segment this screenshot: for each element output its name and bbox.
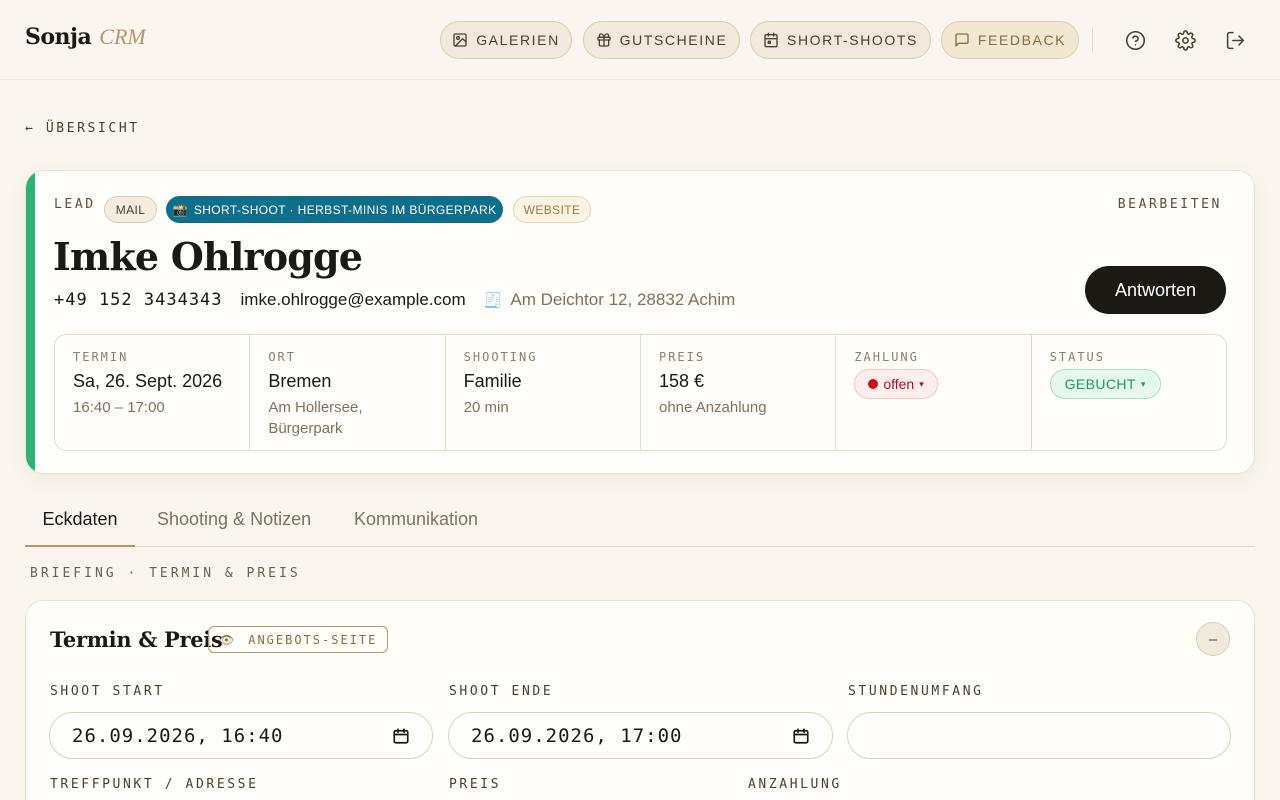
fact-shooting-type: Familie — [463, 371, 522, 391]
chip-source-website: WEBSITE — [513, 196, 591, 223]
offer-page-label: ANGEBOTS-SEITE — [248, 632, 378, 647]
image-icon — [453, 33, 467, 47]
fact-preis-amount: 158 € — [658, 371, 705, 391]
offer-page-badge[interactable]: 👁 ANGEBOTS-SEITE — [208, 626, 389, 653]
payment-dot-icon — [868, 379, 879, 389]
fact-termin: TERMIN Sa, 26. Sept. 2026 16:40 – 17:00 — [55, 335, 251, 450]
booking-status-value: GEBUCHT — [1064, 376, 1136, 392]
contact-row: +49 152 3434343 imke.ohlrogge@example.co… — [54, 290, 735, 310]
nav-galerien-button[interactable]: GALERIEN — [440, 21, 572, 59]
header-divider — [1092, 28, 1093, 52]
app-logo[interactable]: Sonja CRM — [25, 24, 146, 50]
fact-shooting-label: SHOOTING — [463, 350, 538, 364]
lead-address: 🧾 Am Deichtor 12, 28832 Achim — [484, 290, 736, 310]
payment-status-value: offen — [883, 376, 915, 392]
fact-termin-time: 16:40 – 17:00 — [73, 399, 165, 416]
fact-preis-deposit: ohne Anzahlung — [658, 399, 767, 416]
hours-input[interactable] — [847, 712, 1231, 759]
nav-gutscheine-label: GUTSCHEINE — [619, 32, 728, 48]
panel-title: Termin & Preis — [50, 627, 223, 652]
lead-type-label: LEAD — [54, 197, 96, 212]
fact-shooting: SHOOTING Familie 20 min — [446, 335, 641, 450]
tab-shooting-notizen[interactable]: Shooting & Notizen — [157, 505, 311, 547]
nav-gutscheine-button[interactable]: GUTSCHEINE — [583, 21, 740, 59]
chip-mail: MAIL — [104, 196, 157, 223]
nav-feedback-label: FEEDBACK — [977, 32, 1067, 48]
shoot-start-label: SHOOT START — [50, 684, 165, 699]
calendar-icon — [764, 32, 778, 48]
fact-ort-city: Bremen — [268, 371, 332, 391]
top-bar: Sonja CRM GALERIEN GUTSCHEINE SHORT-SHOO… — [0, 0, 1280, 80]
settings-button[interactable] — [1173, 28, 1197, 52]
booking-status-dropdown[interactable]: GEBUCHT ▾ — [1049, 369, 1161, 399]
fact-preis: PREIS 158 € ohne Anzahlung — [641, 335, 837, 450]
nav-feedback-button[interactable]: FEEDBACK — [941, 21, 1079, 59]
logout-icon — [1226, 31, 1244, 49]
shoot-end-value: 26.09.2026, 17:00 — [471, 724, 683, 747]
lead-address-text: Am Deichtor 12, 28832 Achim — [510, 290, 736, 309]
fact-status-label: STATUS — [1049, 350, 1105, 364]
reply-button[interactable]: Antworten — [1085, 266, 1226, 314]
logo-suffix: CRM — [99, 24, 146, 49]
camera-icon: 📸 — [172, 202, 188, 217]
detail-tabs: Eckdaten Shooting & Notizen Kommunikatio… — [25, 505, 1255, 547]
logo-name: Sonja — [25, 24, 92, 50]
fact-zahlung: ZAHLUNG offen ▾ — [836, 335, 1032, 450]
tab-kommunikation[interactable]: Kommunikation — [354, 505, 478, 547]
meeting-point-label: TREFFPUNKT / ADRESSE — [50, 777, 259, 792]
fact-status: STATUS GEBUCHT ▾ — [1032, 335, 1226, 450]
facts-grid: TERMIN Sa, 26. Sept. 2026 16:40 – 17:00 … — [54, 334, 1227, 451]
gift-icon — [596, 33, 611, 47]
collapse-panel-button[interactable]: – — [1196, 622, 1230, 656]
eye-icon: 👁 — [219, 632, 237, 647]
logout-button[interactable] — [1223, 28, 1247, 52]
lead-phone[interactable]: +49 152 3434343 — [54, 290, 223, 310]
edit-lead-link[interactable]: BEARBEITEN — [1118, 197, 1222, 212]
nav-short-shoots-label: SHORT-SHOOTS — [787, 32, 918, 48]
lead-name: Imke Ohlrogge — [53, 234, 363, 279]
shoot-start-input[interactable]: 26.09.2026, 16:40 — [49, 712, 433, 759]
shoot-end-input[interactable]: 26.09.2026, 17:00 — [448, 712, 833, 759]
lead-status-accent — [26, 171, 35, 473]
payment-status-dropdown[interactable]: offen ▾ — [854, 369, 938, 399]
tab-eckdaten[interactable]: Eckdaten — [25, 505, 135, 547]
calendar-icon[interactable] — [392, 727, 410, 745]
shoot-end-label: SHOOT ENDE — [449, 684, 554, 699]
hours-label: STUNDENUMFANG — [848, 684, 984, 699]
chip-short-shoot-label: SHORT-SHOOT · HERBST-MINIS IM BÜRGERPARK — [193, 202, 497, 217]
chevron-down-icon: ▾ — [1140, 378, 1146, 389]
nav-galerien-label: GALERIEN — [476, 32, 560, 48]
message-icon — [955, 33, 969, 47]
fact-preis-label: PREIS — [658, 350, 706, 364]
help-icon — [1125, 30, 1145, 50]
nav-short-shoots-button[interactable]: SHORT-SHOOTS — [750, 21, 931, 59]
lead-email[interactable]: imke.ohlrogge@example.com — [241, 290, 466, 310]
fact-termin-date: Sa, 26. Sept. 2026 — [73, 371, 223, 391]
fact-ort-label: ORT — [268, 350, 297, 364]
receipt-icon: 🧾 — [483, 292, 503, 309]
gear-icon — [1174, 29, 1196, 51]
fact-zahlung-label: ZAHLUNG — [854, 350, 919, 364]
termin-preis-panel: Termin & Preis 👁 ANGEBOTS-SEITE – SHOOT … — [25, 600, 1255, 800]
chip-short-shoot[interactable]: 📸 SHORT-SHOOT · HERBST-MINIS IM BÜRGERPA… — [166, 196, 503, 223]
fact-ort-location: Am Hollersee, Bürgerpark — [268, 399, 363, 437]
help-button[interactable] — [1123, 28, 1147, 52]
section-label: BRIEFING · TERMIN & PREIS — [30, 566, 301, 581]
shoot-start-value: 26.09.2026, 16:40 — [72, 724, 284, 747]
back-to-overview-link[interactable]: ← ÜBERSICHT — [25, 121, 140, 136]
calendar-icon[interactable] — [792, 727, 810, 745]
lead-card: LEAD MAIL 📸 SHORT-SHOOT · HERBST-MINIS I… — [25, 170, 1255, 474]
price-label: PREIS — [449, 777, 502, 792]
deposit-label: ANZAHLUNG — [748, 777, 842, 792]
fact-termin-label: TERMIN — [73, 350, 129, 364]
chevron-down-icon: ▾ — [919, 378, 924, 389]
fact-ort: ORT Bremen Am Hollersee, Bürgerpark — [250, 335, 446, 450]
fact-shooting-duration: 20 min — [463, 399, 509, 416]
